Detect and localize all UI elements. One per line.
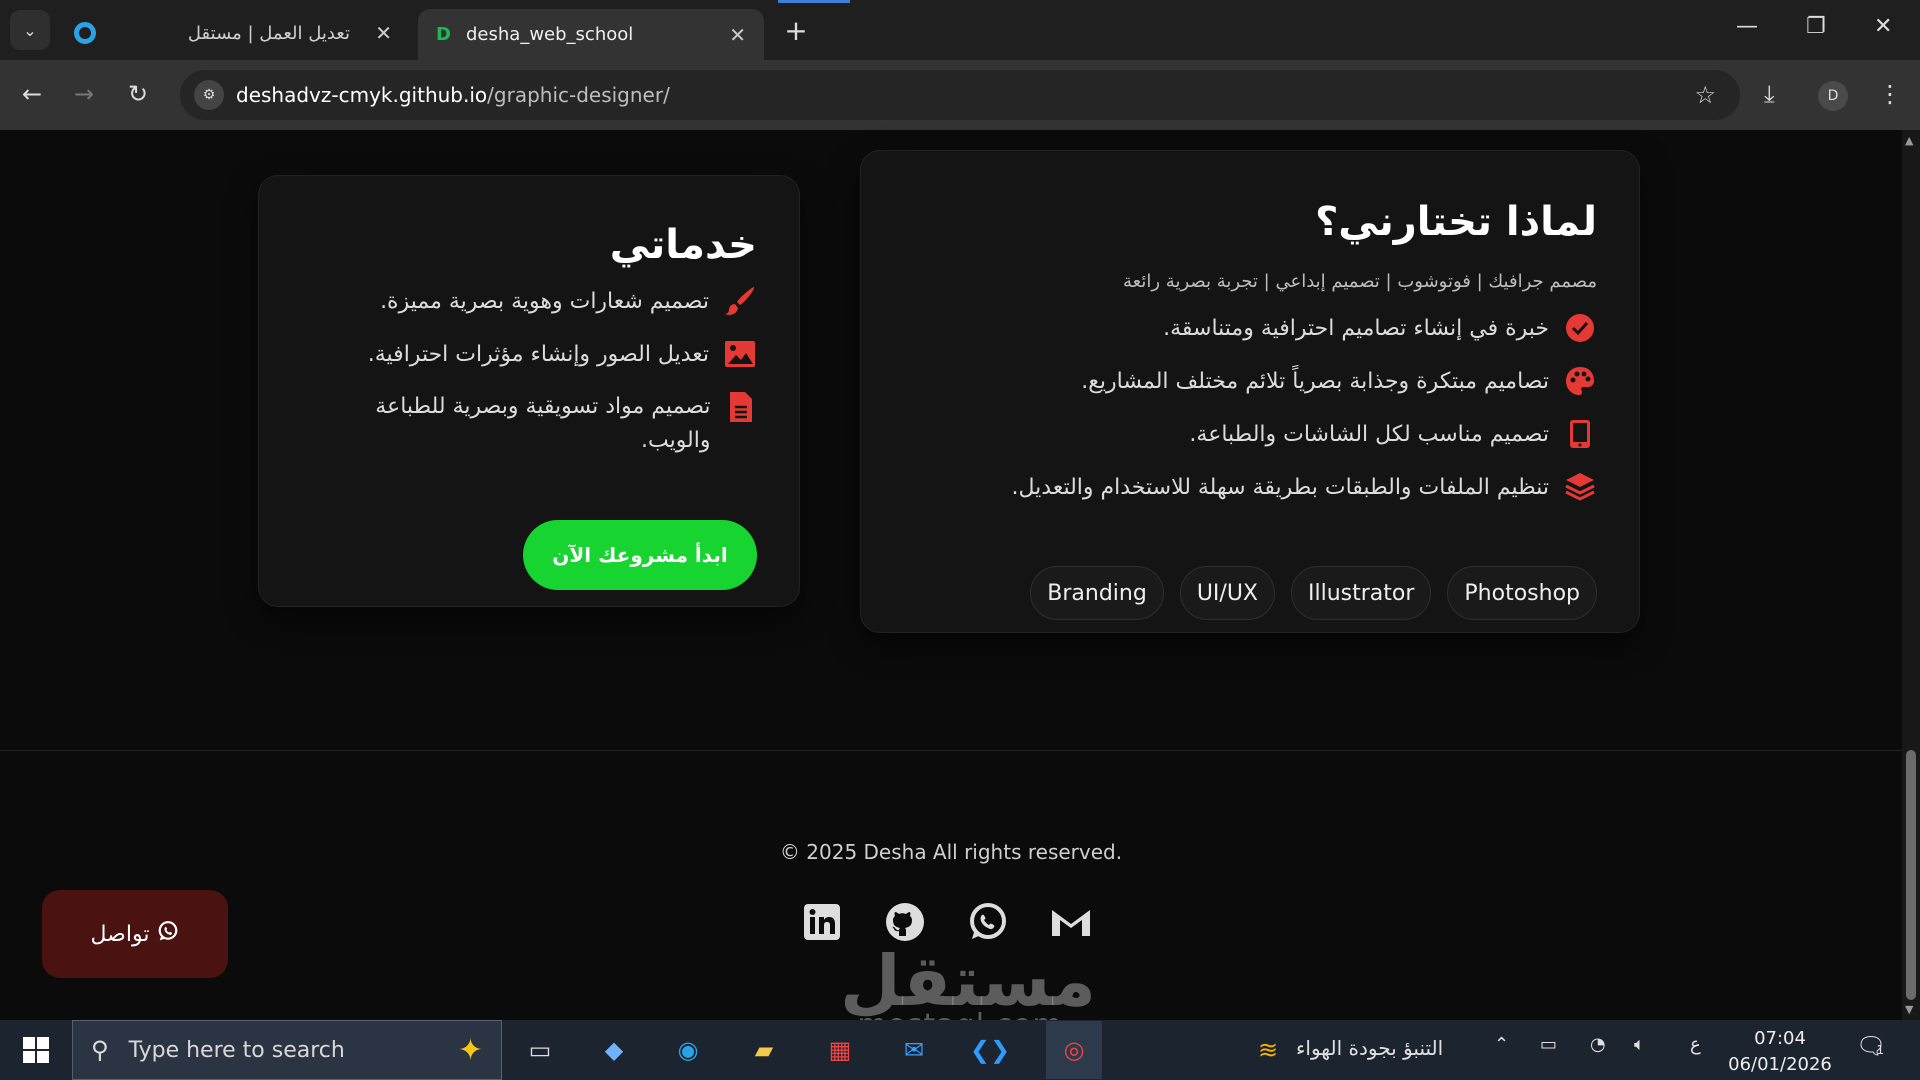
tab-desha[interactable]: D desha_web_school ✕ — [418, 9, 764, 60]
skill-chip: Illustrator — [1291, 566, 1432, 620]
scroll-thumb[interactable] — [1906, 750, 1916, 1000]
microsoft-store-icon[interactable]: ▦ — [820, 1030, 860, 1070]
web-page: لماذا تختارني؟ مصمم جرافيك | فوتوشوب | ت… — [0, 130, 1902, 1043]
tab-mostaql[interactable]: تعديل العمل | مستقل ✕ — [62, 9, 410, 57]
whatsapp-icon — [157, 920, 179, 948]
windows-start-icon[interactable] — [16, 1030, 56, 1070]
why-item: تنظيم الملفات والطبقات بطريقة سهلة للاست… — [1012, 470, 1598, 504]
check-circle-icon — [1563, 311, 1597, 345]
wifi-icon[interactable]: ◔ — [1590, 1034, 1606, 1055]
outlook-icon[interactable]: ✉ — [894, 1030, 934, 1070]
palette-icon — [1563, 364, 1597, 398]
clock-time: 07:04 — [1754, 1028, 1806, 1049]
why-title: لماذا تختارني؟ — [1315, 199, 1597, 245]
page-scrollbar[interactable]: ▲ ▼ — [1902, 130, 1920, 1020]
reload-icon[interactable]: ↻ — [128, 80, 148, 108]
services-title: خدماتي — [609, 222, 757, 268]
search-icon: ⚲ — [91, 1036, 109, 1064]
mobile-icon — [1563, 417, 1597, 451]
why-subtitle: مصمم جرافيك | فوتوشوب | تصميم إبداعي | ت… — [1123, 271, 1597, 292]
tab-favicon-icon: D — [436, 24, 451, 45]
skill-chip: Branding — [1030, 566, 1164, 620]
minimize-icon[interactable]: — — [1736, 14, 1758, 39]
file-icon — [725, 390, 758, 424]
close-window-icon[interactable]: ✕ — [1874, 14, 1892, 39]
tab-title: desha_web_school — [466, 24, 634, 45]
scroll-down-arrow-icon[interactable]: ▼ — [1905, 1003, 1913, 1016]
tab-title: تعديل العمل | مستقل — [187, 22, 350, 44]
why-item: تصميم مناسب لكل الشاشات والطباعة. — [1189, 417, 1597, 451]
download-icon[interactable]: ⤓ — [1764, 80, 1775, 108]
tab-accent — [778, 0, 850, 3]
github-icon[interactable] — [883, 900, 927, 944]
windows-taskbar: ⚲ Type here to search ✦ ▭ ◆ ◉ ▰ ▦ ✉ ❮❯ ◎… — [0, 1020, 1920, 1080]
skill-chip: UI/UX — [1179, 566, 1275, 620]
scroll-up-arrow-icon[interactable]: ▲ — [1905, 134, 1913, 147]
battery-icon[interactable]: ▭ — [1540, 1034, 1557, 1055]
back-icon[interactable]: ← — [22, 80, 42, 108]
copilot-icon[interactable]: ◆ — [594, 1030, 634, 1070]
chrome-icon[interactable]: ◎ — [1046, 1021, 1102, 1079]
copilot-sparkle-icon: ✦ — [457, 1032, 483, 1068]
skill-chip: Photoshop — [1447, 566, 1597, 620]
browser-toolbar: ← → ↻ ⚙ deshadvz-cmyk.github.io/graphic-… — [0, 60, 1920, 130]
linkedin-icon[interactable] — [800, 900, 844, 944]
site-info-icon[interactable]: ⚙ — [194, 80, 224, 110]
url-text: deshadvz-cmyk.github.io/graphic-designer… — [236, 83, 670, 107]
bookmark-star-icon[interactable]: ☆ — [1694, 81, 1716, 109]
edge-icon[interactable]: ◉ — [668, 1030, 708, 1070]
forward-icon[interactable]: → — [74, 80, 94, 108]
tab-favicon-icon — [74, 22, 96, 44]
volume-icon[interactable]: 🔈︎ — [1634, 1034, 1645, 1055]
service-item: تعديل الصور وإنشاء مؤثرات احترافية. — [368, 337, 757, 371]
footer-divider — [0, 750, 1902, 751]
file-explorer-icon[interactable]: ▰ — [744, 1030, 784, 1070]
profile-avatar[interactable]: D — [1818, 81, 1848, 111]
layers-icon — [1563, 470, 1597, 504]
tab-close-icon[interactable]: ✕ — [375, 21, 392, 45]
service-item: تصميم مواد تسويقية وبصرية للطباعة والويب… — [317, 390, 757, 458]
services-card: خدماتي تصميم شعارات وهوية بصرية مميزة. ت… — [258, 175, 800, 607]
gmail-icon[interactable] — [1049, 900, 1093, 944]
weather-widget-text[interactable]: التنبؤ بجودة الهواء — [1296, 1036, 1443, 1060]
menu-kebab-icon[interactable]: ⋮ — [1878, 80, 1902, 108]
vscode-icon[interactable]: ❮❯ — [970, 1030, 1010, 1070]
notification-icon[interactable]: 🗨︎1 — [1856, 1032, 1886, 1060]
notification-count: 1 — [1876, 1043, 1885, 1057]
taskbar-clock[interactable]: 07:04 06/01/2026 — [1720, 1026, 1840, 1078]
why-item: تصاميم مبتكرة وجذابة بصرياً تلائم مختلف … — [1081, 364, 1597, 398]
tab-close-icon[interactable]: ✕ — [729, 23, 746, 47]
copyright-text: © 2025 Desha All rights reserved. — [779, 840, 1123, 864]
service-item: تصميم شعارات وهوية بصرية مميزة. — [380, 284, 757, 318]
new-tab-button[interactable]: + — [780, 12, 812, 48]
image-icon — [723, 337, 757, 371]
whatsapp-icon[interactable] — [966, 900, 1010, 944]
air-quality-icon[interactable]: ≋ — [1248, 1030, 1288, 1070]
tab-search-button[interactable]: ⌄ — [10, 10, 50, 50]
language-indicator[interactable]: ع — [1690, 1034, 1701, 1055]
paint-brush-icon — [723, 284, 757, 318]
task-view-icon[interactable]: ▭ — [520, 1030, 560, 1070]
why-item: خبرة في إنشاء تصاميم احترافية ومتناسقة. — [1163, 311, 1597, 345]
tray-chevron-icon[interactable]: ⌃ — [1494, 1034, 1509, 1055]
restore-icon[interactable]: ❐ — [1806, 14, 1826, 39]
browser-tab-bar: ⌄ تعديل العمل | مستقل ✕ D desha_web_scho… — [0, 0, 1920, 60]
start-project-button[interactable]: ابدأ مشروعك الآن — [523, 520, 757, 590]
address-bar[interactable]: ⚙ deshadvz-cmyk.github.io/graphic-design… — [180, 70, 1740, 120]
clock-date: 06/01/2026 — [1728, 1054, 1832, 1075]
taskbar-search-input[interactable]: ⚲ Type here to search ✦ — [72, 1020, 502, 1080]
why-choose-me-card: لماذا تختارني؟ مصمم جرافيك | فوتوشوب | ت… — [860, 150, 1640, 633]
contact-whatsapp-button[interactable]: تواصل — [42, 890, 228, 978]
skills-chips: Photoshop Illustrator UI/UX Branding — [861, 566, 1639, 620]
